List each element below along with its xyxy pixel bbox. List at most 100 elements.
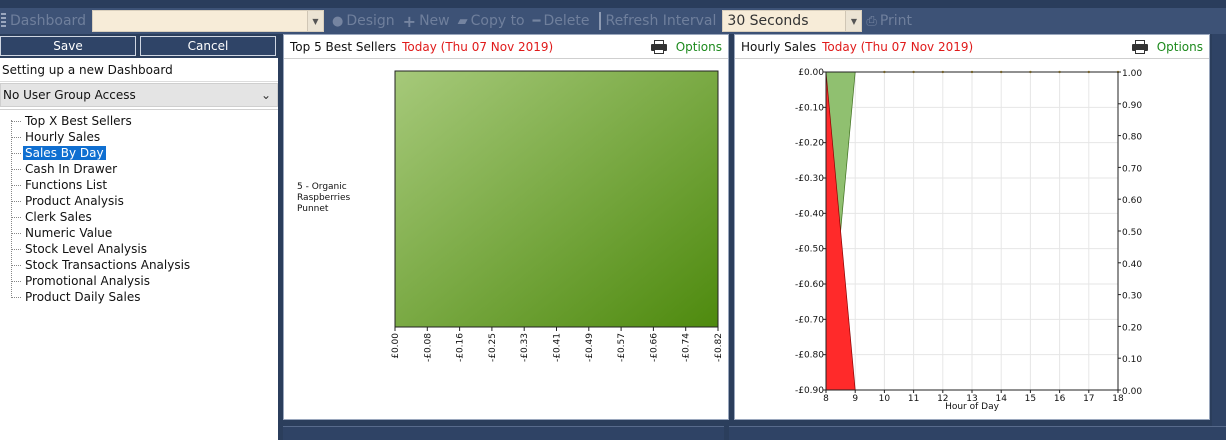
widget-tree-label: Cash In Drawer xyxy=(25,162,118,176)
delete-button[interactable]: ━ Delete xyxy=(533,13,590,29)
cancel-button[interactable]: Cancel xyxy=(140,36,276,56)
new-label: New xyxy=(419,13,450,29)
widget-tree-label: Numeric Value xyxy=(25,226,113,240)
widget-tree-item[interactable]: Functions List xyxy=(10,177,278,193)
widget-tree-label: Sales By Day xyxy=(23,146,106,160)
panel-title: Top 5 Best Sellers xyxy=(290,39,397,54)
x-tick-label: 9 xyxy=(852,394,858,404)
widget-tree-item[interactable]: Promotional Analysis xyxy=(10,273,278,289)
widget-tree-label: Product Analysis xyxy=(25,194,124,208)
top-sellers-panel: Top 5 Best Sellers Today (Thu 07 Nov 201… xyxy=(283,34,729,420)
dashboard-name-field[interactable]: Setting up a new Dashboard xyxy=(0,58,278,82)
widget-tree-item[interactable]: Product Daily Sales xyxy=(10,289,278,305)
new-button[interactable]: + New xyxy=(403,12,450,31)
y-tick-label-left: £0.00 xyxy=(798,68,824,78)
tree-connector xyxy=(11,168,21,170)
chevron-down-icon[interactable]: ▼ xyxy=(845,11,862,31)
x-tick-label: -£0.82 xyxy=(714,333,724,362)
tree-connector xyxy=(11,280,21,282)
editor-button-row: Save Cancel xyxy=(0,34,278,58)
design-button[interactable]: ● Design xyxy=(332,13,395,29)
refresh-interval-label: Refresh Interval xyxy=(605,13,716,29)
category-label-line: Raspberries xyxy=(297,193,351,203)
x-tick-label: -£0.49 xyxy=(585,333,595,362)
delete-label: Delete xyxy=(543,13,590,29)
title-band xyxy=(0,0,1226,8)
x-tick-label: 8 xyxy=(823,394,829,404)
widget-tree-item[interactable]: Sales By Day xyxy=(10,145,278,161)
y-tick-label-right: 1.00 xyxy=(1122,69,1142,79)
widget-tree-item[interactable]: Hourly Sales xyxy=(10,129,278,145)
y-tick-label-right: 0.80 xyxy=(1122,133,1142,143)
y-tick-label-left: -£0.20 xyxy=(795,139,824,149)
options-group: Options xyxy=(1131,39,1203,54)
hourly-sales-chart-area: £0.00 -£0.10 -£0.20 -£0.30 -£0.40 -£0.50 -£0.6… xyxy=(736,61,1208,418)
tree-connector xyxy=(11,232,21,234)
y-tick-label-left: -£0.90 xyxy=(795,386,824,396)
panel-footer-2 xyxy=(729,426,1226,440)
refresh-interval-select[interactable]: 30 Seconds ▼ xyxy=(722,10,863,32)
x-tick-label: -£0.41 xyxy=(553,333,563,362)
widget-tree-label: Hourly Sales xyxy=(25,130,101,144)
tree-connector xyxy=(11,152,21,154)
toolbar-grip[interactable] xyxy=(1,13,6,29)
chevron-down-icon[interactable]: ▼ xyxy=(306,11,323,31)
tree-connector xyxy=(11,200,21,202)
y-tick-label-left: -£0.30 xyxy=(795,174,824,184)
widget-tree-item[interactable]: Stock Level Analysis xyxy=(10,241,278,257)
widget-tree-item[interactable]: Top X Best Sellers xyxy=(10,113,278,129)
design-label: Design xyxy=(346,13,395,29)
printer-icon: ⎙ xyxy=(866,13,877,29)
widget-tree-item[interactable]: Stock Transactions Analysis xyxy=(10,257,278,273)
tree-connector xyxy=(11,216,21,218)
tree-connector xyxy=(11,136,21,138)
category-label: 5 - Organic Raspberries Punnet xyxy=(297,182,351,214)
printer-icon[interactable] xyxy=(650,39,668,54)
top-sellers-chart: 5 - Organic Raspberries Punnet £0.00 -£0.08 -… xyxy=(297,70,724,362)
user-group-select[interactable]: No User Group Access ⌄ xyxy=(0,83,278,107)
printer-icon[interactable] xyxy=(1131,39,1149,54)
x-tick-label: -£0.16 xyxy=(456,333,466,362)
widget-tree-item[interactable]: Product Analysis xyxy=(10,193,278,209)
top-sellers-header: Top 5 Best Sellers Today (Thu 07 Nov 201… xyxy=(284,35,728,59)
user-group-value: No User Group Access xyxy=(3,88,136,102)
x-tick-label: 11 xyxy=(908,394,919,404)
tree-connector xyxy=(11,248,21,250)
minus-icon: ━ xyxy=(532,13,541,29)
widget-tree-item[interactable]: Cash In Drawer xyxy=(10,161,278,177)
y-tick-label-left: -£0.40 xyxy=(795,209,824,219)
options-link[interactable]: Options xyxy=(676,40,722,54)
widget-tree-item[interactable]: Numeric Value xyxy=(10,225,278,241)
y-tick-label-right: 0.10 xyxy=(1122,355,1142,365)
widget-tree-label: Stock Transactions Analysis xyxy=(25,258,191,272)
category-label-line: 5 - Organic xyxy=(297,182,347,192)
y-tick-label-right: 0.60 xyxy=(1122,196,1142,206)
widget-tree-item[interactable]: Clerk Sales xyxy=(10,209,278,225)
copy-icon: ▰ xyxy=(457,13,468,29)
copy-to-button[interactable]: ▰ Copy to xyxy=(458,13,525,29)
y-tick-label-left: -£0.60 xyxy=(795,280,824,290)
save-button[interactable]: Save xyxy=(0,36,136,56)
widget-tree-label: Stock Level Analysis xyxy=(25,242,147,256)
tree-connector xyxy=(11,296,21,298)
options-link[interactable]: Options xyxy=(1157,40,1203,54)
panel-footer-1 xyxy=(283,426,724,440)
print-label: Print xyxy=(879,13,913,29)
refresh-interval-text: Refresh Interval xyxy=(605,13,717,29)
x-tick-label: £0.00 xyxy=(391,333,401,359)
chevron-down-icon: ⌄ xyxy=(260,88,271,102)
widget-tree-label: Product Daily Sales xyxy=(25,290,141,304)
y-tick-label-right: 0.30 xyxy=(1122,292,1142,302)
x-tick-label: 18 xyxy=(1112,394,1124,404)
dashboard-select[interactable]: ▼ xyxy=(91,10,324,32)
widget-tree-label: Top X Best Sellers xyxy=(25,114,132,128)
print-button[interactable]: ⎙ Print xyxy=(866,13,912,29)
x-tick-label: -£0.25 xyxy=(488,333,498,362)
y-tick-label-right: 0.70 xyxy=(1122,164,1142,174)
x-tick-label: 10 xyxy=(879,394,891,404)
dashboard-editor-panel: Save Cancel Setting up a new Dashboard N… xyxy=(0,34,278,440)
tree-connector xyxy=(11,264,21,266)
panel-date: Today (Thu 07 Nov 2019) xyxy=(822,39,974,54)
y-tick-label-right: 0.40 xyxy=(1122,260,1142,270)
hourly-sales-header: Hourly Sales Today (Thu 07 Nov 2019) Opt… xyxy=(735,35,1209,59)
